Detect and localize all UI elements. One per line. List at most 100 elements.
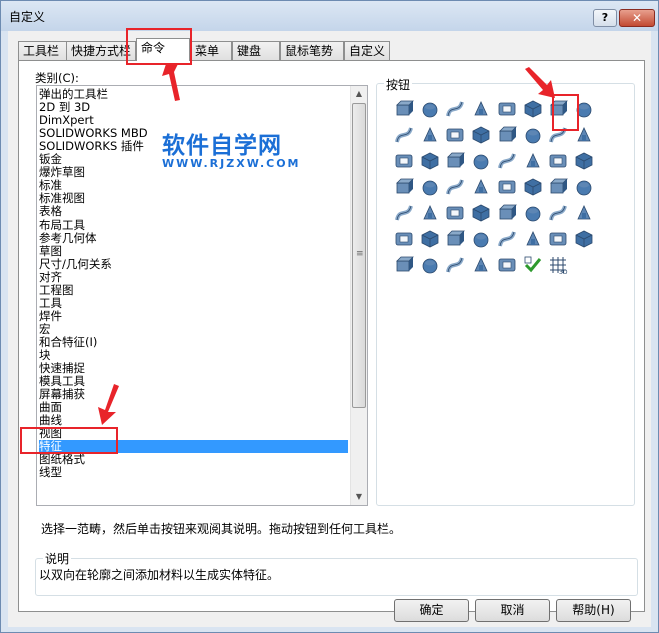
motion-icon[interactable] <box>444 254 466 276</box>
flex-icon[interactable] <box>444 176 466 198</box>
scale-icon[interactable] <box>496 150 518 172</box>
thicken-icon[interactable] <box>547 150 569 172</box>
category-item[interactable]: 2D 到 3D <box>39 101 90 114</box>
extruded-boss-icon[interactable] <box>393 98 415 120</box>
delete-body-icon[interactable] <box>522 176 544 198</box>
sheet-feature-icon[interactable] <box>470 228 492 250</box>
linear-pattern-icon[interactable] <box>393 150 415 172</box>
category-item[interactable]: 标准视图 <box>39 192 85 205</box>
move-copy-body-icon[interactable] <box>547 176 569 198</box>
category-item[interactable]: 曲线 <box>39 414 62 427</box>
hole-wizard-icon[interactable] <box>419 124 441 146</box>
title-bar[interactable]: 自定义 ? ✕ <box>1 1 658 31</box>
circular-pattern-icon-glyph <box>576 180 592 196</box>
buttons-group <box>376 83 635 506</box>
tab-menus[interactable]: 菜单 <box>190 41 232 60</box>
category-item[interactable]: 参考几何体 <box>39 231 97 245</box>
swept-cut-icon[interactable] <box>393 124 415 146</box>
vent-icon[interactable] <box>547 228 569 250</box>
table-driven-icon[interactable] <box>419 228 441 250</box>
category-item[interactable]: 线型 <box>39 466 62 479</box>
category-item[interactable]: 屏幕捕获 <box>39 388 85 401</box>
scroll-down-icon[interactable]: ▼ <box>351 489 367 505</box>
indent-icon[interactable] <box>573 150 595 172</box>
rib-icon[interactable] <box>496 124 518 146</box>
tab-toolbars[interactable]: 工具栏 <box>18 41 67 60</box>
category-item[interactable]: 表格 <box>39 205 62 218</box>
table-pattern-icon[interactable] <box>444 202 466 224</box>
close-button[interactable]: ✕ <box>619 9 655 27</box>
fillet-icon[interactable] <box>444 124 466 146</box>
mirror-body-icon[interactable] <box>547 202 569 224</box>
freeform-icon[interactable] <box>470 176 492 198</box>
ok-button[interactable]: 确定 <box>394 599 469 622</box>
fastening-icon[interactable] <box>522 228 544 250</box>
curve-pattern-icon[interactable] <box>393 202 415 224</box>
lofted-boss-icon[interactable] <box>470 98 492 120</box>
help-button[interactable]: 帮助(H) <box>556 599 631 622</box>
category-item[interactable]: 曲面 <box>39 401 62 414</box>
category-item[interactable]: 弹出的工具栏 <box>39 88 108 101</box>
snap-hook-icon[interactable] <box>393 254 415 276</box>
category-item[interactable]: 焊件 <box>39 309 62 323</box>
swept-boss-icon[interactable] <box>444 98 466 120</box>
category-item[interactable]: 布局工具 <box>39 218 85 232</box>
category-item[interactable]: 标准 <box>39 179 62 192</box>
category-item[interactable]: 图纸格式 <box>39 453 85 466</box>
category-item[interactable]: 工具 <box>39 296 62 310</box>
category-item[interactable]: 工程图 <box>39 283 74 297</box>
check-icon[interactable] <box>522 254 544 276</box>
tab-keyboard[interactable]: 键盘 <box>232 41 280 60</box>
help-title-button[interactable]: ? <box>593 9 617 27</box>
curve-driven-icon[interactable] <box>419 254 441 276</box>
library-feature-icon[interactable] <box>444 228 466 250</box>
category-item[interactable]: 草图 <box>39 244 62 258</box>
extruded-boss-icon-glyph <box>396 100 414 116</box>
boundary-boss-icon[interactable] <box>496 98 518 120</box>
reference-point-icon[interactable] <box>393 228 415 250</box>
category-item[interactable]: 钣金 <box>39 153 62 166</box>
instant3d-icon[interactable] <box>470 254 492 276</box>
category-item[interactable]: 块 <box>39 349 51 362</box>
category-item[interactable]: 和合特征(I) <box>39 335 97 349</box>
deform-icon[interactable] <box>419 176 441 198</box>
revolved-boss-icon[interactable] <box>419 98 441 120</box>
move-face-icon[interactable] <box>393 176 415 198</box>
extruded-cut-icon[interactable] <box>522 98 544 120</box>
scroll-thumb[interactable]: ≡ <box>352 103 366 408</box>
sketch-pattern-icon[interactable] <box>419 202 441 224</box>
tab-mouse-gestures[interactable]: 鼠标笔势 <box>280 41 344 60</box>
intersect-icon[interactable] <box>470 150 492 172</box>
variable-pattern-icon[interactable] <box>496 202 518 224</box>
chamfer-icon[interactable] <box>470 124 492 146</box>
circular-pattern-icon[interactable] <box>573 176 595 198</box>
mirror-icon-glyph <box>421 152 439 170</box>
category-item[interactable]: SOLIDWORKS MBD <box>39 127 148 140</box>
category-scrollbar[interactable]: ▲ ≡ ▼ <box>350 86 367 505</box>
split-icon[interactable] <box>496 176 518 198</box>
fill-pattern-icon[interactable] <box>470 202 492 224</box>
category-item[interactable]: DimXpert <box>39 114 94 127</box>
lip-groove-icon[interactable] <box>573 228 595 250</box>
tab-customization[interactable]: 自定义 <box>344 41 390 60</box>
hint-text: 选择一范畴，然后单击按钮来观阅其说明。拖动按钮到任何工具栏。 <box>41 522 402 536</box>
category-item[interactable]: 模具工具 <box>39 375 85 388</box>
category-item[interactable]: 快速捕捉 <box>39 362 85 375</box>
combine-icon[interactable] <box>522 150 544 172</box>
tab-commands[interactable]: 命令 <box>136 38 190 61</box>
imported-icon[interactable] <box>496 228 518 250</box>
scroll-up-icon[interactable]: ▲ <box>351 86 367 102</box>
grid-3d-icon[interactable]: 3D <box>547 254 569 276</box>
category-item[interactable]: 对齐 <box>39 270 62 284</box>
category-item[interactable]: 尺寸/几何关系 <box>39 257 112 271</box>
category-item[interactable]: SOLIDWORKS 插件 <box>39 140 144 153</box>
feature-works-icon[interactable] <box>496 254 518 276</box>
cosmetic-thread-icon[interactable] <box>522 202 544 224</box>
category-item[interactable]: 爆炸草图 <box>39 166 85 179</box>
mirror-icon[interactable] <box>419 150 441 172</box>
shell-icon[interactable] <box>522 124 544 146</box>
cancel-button[interactable]: 取消 <box>475 599 550 622</box>
category-item[interactable]: 宏 <box>39 322 51 336</box>
wrap-icon[interactable] <box>444 150 466 172</box>
linear-mirror-icon[interactable] <box>573 202 595 224</box>
